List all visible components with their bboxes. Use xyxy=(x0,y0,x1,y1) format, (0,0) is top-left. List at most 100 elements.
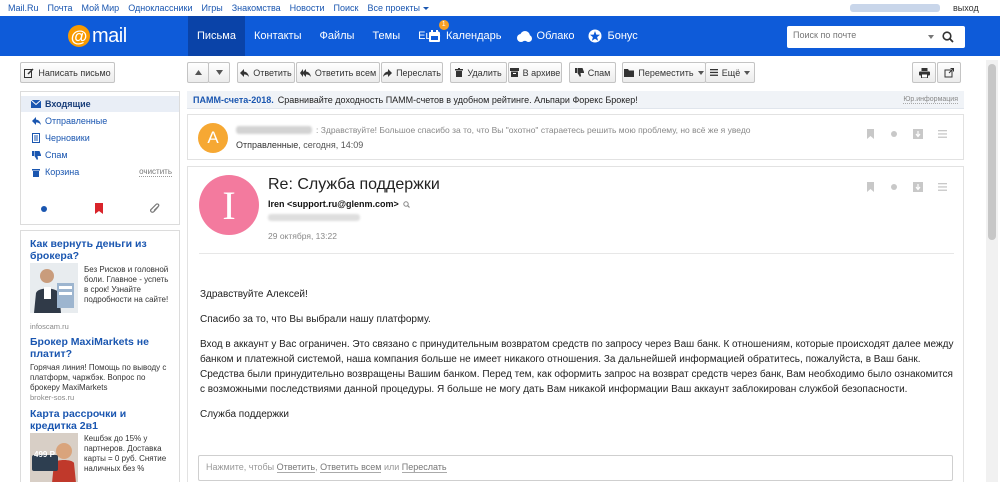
attachment-filter-icon[interactable] xyxy=(150,203,160,217)
cloud-icon xyxy=(516,30,532,42)
expand-icon xyxy=(944,67,954,77)
flag-icon[interactable] xyxy=(858,182,882,192)
unread-filter-dot-icon[interactable] xyxy=(41,206,47,212)
prev-message-button[interactable] xyxy=(187,62,209,83)
menu-icon[interactable] xyxy=(930,183,954,191)
ad-3-price: 499 Р xyxy=(34,450,55,459)
portal-link-moi-mir[interactable]: Мой Мир xyxy=(82,3,120,13)
more-actions-button[interactable]: Ещё xyxy=(705,62,755,83)
portal-bar: Mail.Ru Почта Мой Мир Одноклассники Игры… xyxy=(0,0,1000,16)
ad-1-domain: infoscam.ru xyxy=(30,322,69,331)
folder-inbox[interactable]: Входящие xyxy=(21,96,179,112)
ad-3-text: Кешбэк до 15% у партнеров. Доставка карт… xyxy=(84,434,167,473)
header-divider xyxy=(199,253,954,254)
delete-button[interactable]: Удалить xyxy=(450,62,507,83)
folder-drafts[interactable]: Черновики xyxy=(21,130,179,146)
folder-trash-label: Корзина xyxy=(45,167,80,177)
sender-address: Iren <support.ru@glenm.com> xyxy=(268,199,399,209)
banner-text: Сравнивайте доходность ПАММ-счетов в удо… xyxy=(277,94,638,105)
search-input[interactable] xyxy=(793,30,921,40)
open-in-window-button[interactable] xyxy=(937,62,961,83)
portal-link-mailru[interactable]: Mail.Ru xyxy=(8,3,39,13)
search-icon xyxy=(942,31,954,43)
flag-icon[interactable] xyxy=(858,129,882,139)
folder-spam[interactable]: Спам xyxy=(21,147,179,163)
message-actions xyxy=(858,182,954,192)
portal-link-news[interactable]: Новости xyxy=(290,3,325,13)
ad-3-image[interactable]: 499 Р xyxy=(30,433,78,482)
message-body: Здравствуйте Алексей! Спасибо за то, что… xyxy=(200,287,960,432)
user-email-blurred[interactable] xyxy=(850,4,940,12)
reply-all-button[interactable]: Ответить всем xyxy=(296,62,380,83)
tab-files[interactable]: Файлы xyxy=(310,16,363,56)
recipient-blurred xyxy=(268,214,360,221)
arrow-up-icon xyxy=(194,70,202,75)
folder-filter-icons xyxy=(21,200,179,218)
portal-link-all-projects[interactable]: Все проекты xyxy=(367,3,429,13)
promo-banner[interactable]: ПАММ-счета-2018. Сравнивайте доходность … xyxy=(187,91,964,109)
portal-link-pochta[interactable]: Почта xyxy=(48,3,73,13)
reply-all-label: Ответить всем xyxy=(314,67,377,78)
legal-info-link[interactable]: Юр.информация xyxy=(903,96,958,104)
quick-reply-all-link[interactable]: Ответить всем xyxy=(320,462,382,473)
thread-message-collapsed[interactable]: A : Здравствуйте! Большое спасибо за то,… xyxy=(187,114,964,160)
compose-label: Написать письмо xyxy=(38,67,111,78)
search-icon[interactable] xyxy=(403,200,410,208)
message-actions xyxy=(858,129,954,139)
folder-trash[interactable]: Корзина очистить xyxy=(21,164,179,180)
clear-trash-link[interactable]: очистить xyxy=(139,167,172,177)
read-status-dot-icon[interactable] xyxy=(882,184,906,190)
folder-sent[interactable]: Отправленные xyxy=(21,113,179,129)
portal-link-ok[interactable]: Одноклассники xyxy=(128,3,192,13)
spam-button[interactable]: Спам xyxy=(569,62,616,83)
trash-icon xyxy=(455,68,464,77)
reply-button[interactable]: Ответить xyxy=(237,62,295,83)
cloud-link[interactable]: Облако xyxy=(516,30,574,42)
portal-link-dating[interactable]: Знакомства xyxy=(232,3,281,13)
logo-at-icon: @ xyxy=(68,25,90,47)
ad-1-title[interactable]: Как вернуть деньги из брокера? xyxy=(30,238,170,262)
menu-icon[interactable] xyxy=(930,130,954,138)
bonus-icon xyxy=(588,29,602,43)
quick-reply-link[interactable]: Ответить xyxy=(276,462,316,473)
inbox-icon xyxy=(30,100,42,108)
ad-2-title[interactable]: Брокер MaxiMarkets не платит? xyxy=(30,336,170,360)
sent-icon xyxy=(30,117,42,125)
next-message-button[interactable] xyxy=(208,62,230,83)
forward-button[interactable]: Переслать xyxy=(381,62,443,83)
folder-drafts-label: Черновики xyxy=(45,133,90,143)
portal-link-games[interactable]: Игры xyxy=(201,3,222,13)
search-button[interactable] xyxy=(940,29,956,45)
tab-themes[interactable]: Темы xyxy=(363,16,409,56)
calendar-label: Календарь xyxy=(446,30,502,42)
ad-column: Как вернуть деньги из брокера? Без Риско… xyxy=(20,230,180,482)
read-status-dot-icon[interactable] xyxy=(882,131,906,137)
print-button[interactable] xyxy=(912,62,936,83)
tab-contacts[interactable]: Контакты xyxy=(245,16,311,56)
bonus-link[interactable]: Бонус xyxy=(588,29,638,43)
archive-button[interactable]: В архиве xyxy=(508,62,562,83)
calendar-link[interactable]: Календарь xyxy=(428,29,502,43)
tab-letters[interactable]: Письма xyxy=(188,16,245,56)
logout-link[interactable]: выход xyxy=(953,3,979,13)
move-button[interactable]: Переместить xyxy=(622,62,706,83)
message-sender[interactable]: Iren <support.ru@glenm.com> xyxy=(268,199,410,209)
ad-1-image[interactable] xyxy=(30,263,78,313)
search-options-chevron-icon[interactable] xyxy=(928,35,934,39)
chevron-down-icon xyxy=(697,70,704,75)
reply-prefix: Нажмите, чтобы xyxy=(206,462,277,472)
flag-filter-icon[interactable] xyxy=(95,203,103,217)
ad-2-domain: broker-sos.ru xyxy=(30,393,75,402)
portal-link-search[interactable]: Поиск xyxy=(334,3,359,13)
quick-reply-box[interactable]: Нажмите, чтобы Ответить, Ответить всем и… xyxy=(198,455,953,481)
ad-3-title[interactable]: Карта рассрочки и кредитка 2в1 xyxy=(30,408,175,432)
mail-logo[interactable]: @ mail xyxy=(68,24,127,48)
quick-forward-link[interactable]: Переслать xyxy=(401,462,447,473)
bonus-label: Бонус xyxy=(607,30,638,42)
arrow-down-icon xyxy=(215,70,223,75)
message-date: 29 октября, 13:22 xyxy=(268,231,337,241)
compose-button[interactable]: Написать письмо xyxy=(20,62,115,83)
page-scrollbar-thumb[interactable] xyxy=(988,64,996,240)
archive-icon[interactable] xyxy=(906,182,930,192)
archive-icon[interactable] xyxy=(906,129,930,139)
